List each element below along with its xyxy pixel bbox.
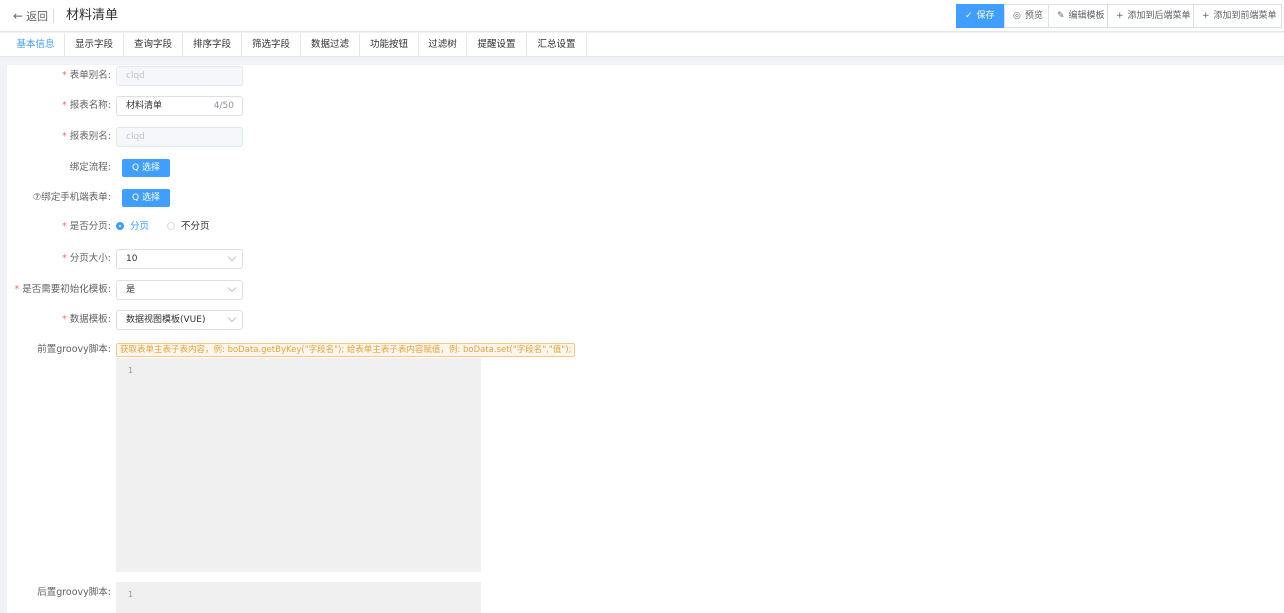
data-template-label: * 数据模板:: [62, 310, 111, 330]
tab-filter-fields[interactable]: 筛选字段: [242, 33, 301, 56]
tab-function-buttons[interactable]: 功能按钮: [360, 33, 419, 56]
required-mark: *: [62, 131, 67, 142]
tab-data-filter[interactable]: 数据过滤: [301, 33, 360, 56]
init-template-label-wrap: * 是否需要初始化模板:: [7, 280, 111, 300]
report-name-label-text: 报表名称:: [69, 100, 111, 111]
bind-mobile-form-button-label: 选择: [141, 193, 160, 203]
page-size-label-text: 分页大小:: [69, 253, 111, 264]
search-icon: Q: [132, 163, 140, 173]
edit-icon: ✎: [1057, 11, 1065, 21]
tab-display-fields[interactable]: 显示字段: [65, 33, 124, 56]
page-size-select[interactable]: 10: [116, 249, 243, 269]
plus-icon: +: [1202, 11, 1210, 21]
required-mark: *: [62, 100, 67, 111]
report-name-label-wrap: * 报表名称:: [7, 96, 111, 116]
paging-radio-group: 分页 不分页: [7, 217, 307, 237]
form-alias-label: * 表单别名:: [62, 66, 111, 86]
init-template-label-text: 是否需要初始化模板:: [22, 284, 111, 295]
header-divider: [53, 9, 54, 23]
chevron-down-icon: [227, 313, 237, 323]
basic-info-form: * 表单别名: clqd * 报表名称: 材料清单 4/50 * 报表别名: clqd…: [7, 65, 1284, 613]
bind-mobile-form-label-wrap: ⑦绑定手机端表单:: [7, 188, 111, 208]
radio-paged-label: 分页: [130, 221, 150, 232]
init-template-select[interactable]: 是: [116, 280, 243, 300]
radio-dot: [116, 222, 124, 230]
bind-flow-label-wrap: 绑定流程:: [7, 158, 111, 178]
report-name-input[interactable]: 材料清单 4/50: [116, 96, 243, 116]
plus-icon: +: [1116, 11, 1124, 21]
tab-basic-info[interactable]: 基本信息: [7, 33, 65, 56]
post-script-editor[interactable]: 1: [116, 582, 481, 613]
bind-flow-select-button[interactable]: Q 选择: [122, 159, 170, 177]
preview-button[interactable]: ◎ 预览: [1004, 4, 1049, 28]
chevron-down-icon: [227, 283, 237, 293]
edit-template-button[interactable]: ✎ 编辑模板: [1048, 4, 1108, 28]
report-name-label: * 报表名称:: [62, 96, 111, 116]
tab-reminder-settings[interactable]: 提醒设置: [467, 33, 527, 56]
pre-script-label: 前置groovy脚本:: [37, 344, 111, 355]
data-template-select[interactable]: 数据视图模板(VUE): [116, 310, 243, 330]
page-size-value: 10: [126, 254, 138, 264]
required-mark: *: [62, 253, 67, 264]
data-template-value: 数据视图模板(VUE): [126, 315, 206, 325]
pre-script-editor[interactable]: 1: [116, 358, 481, 572]
init-template-label: * 是否需要初始化模板:: [15, 280, 111, 300]
required-mark: *: [62, 314, 67, 325]
char-count: 4/50: [213, 101, 234, 111]
report-alias-label-wrap: * 报表别名:: [7, 127, 111, 147]
line-number: 1: [128, 590, 133, 599]
arrow-left-icon: ←: [13, 9, 24, 23]
add-frontend-menu-label: 添加到前端菜单: [1213, 11, 1277, 21]
post-script-label: 后置groovy脚本:: [37, 587, 111, 598]
page-title: 材料清单: [66, 8, 119, 23]
page-header: ← 返回 材料清单 ✓ 保存 ◎ 预览 ✎ 编辑模板 + 添加到后端菜单 + 添加到前端菜单: [0, 0, 1284, 32]
report-alias-label: * 报表别名:: [62, 127, 111, 147]
required-mark: *: [62, 70, 67, 81]
back-label: 返回: [26, 10, 49, 23]
radio-paged[interactable]: 分页: [116, 217, 149, 237]
radio-not-paged[interactable]: 不分页: [167, 217, 210, 237]
add-frontend-menu-button[interactable]: + 添加到前端菜单: [1193, 4, 1282, 28]
tab-summary-settings[interactable]: 汇总设置: [527, 33, 587, 56]
report-name-value: 材料清单: [126, 101, 163, 111]
tab-filter-tree[interactable]: 过滤树: [419, 33, 467, 56]
chevron-down-icon: [227, 252, 237, 262]
required-mark: *: [14, 284, 20, 295]
radio-not-paged-label: 不分页: [181, 221, 210, 232]
data-template-label-wrap: * 数据模板:: [7, 310, 111, 330]
pre-script-label-wrap: 前置groovy脚本:: [7, 340, 111, 360]
post-script-label-wrap: 后置groovy脚本:: [7, 583, 111, 603]
radio-dot: [167, 222, 175, 230]
search-icon: Q: [132, 193, 140, 203]
form-alias-input[interactable]: clqd: [116, 66, 243, 86]
check-icon: ✓: [965, 11, 973, 21]
add-backend-menu-label: 添加到后端菜单: [1127, 11, 1191, 21]
add-backend-menu-button[interactable]: + 添加到后端菜单: [1107, 4, 1194, 28]
tab-query-fields[interactable]: 查询字段: [124, 33, 183, 56]
tab-sort-fields[interactable]: 排序字段: [183, 33, 242, 56]
data-template-label-text: 数据模板:: [69, 314, 111, 325]
page-size-label-wrap: * 分页大小:: [7, 249, 111, 269]
bind-mobile-form-label: ⑦绑定手机端表单:: [32, 192, 111, 203]
bind-mobile-form-select-button[interactable]: Q 选择: [122, 189, 170, 207]
line-number: 1: [128, 366, 133, 375]
bind-flow-label: 绑定流程:: [69, 162, 111, 173]
report-alias-label-text: 报表别名:: [69, 131, 111, 142]
save-button[interactable]: ✓ 保存: [956, 4, 1004, 28]
pre-script-hint: 获取表单主表子表内容，例: boData.getByKey("字段名"); 给表…: [116, 343, 576, 357]
bind-flow-button-label: 选择: [141, 163, 160, 173]
back-button[interactable]: ← 返回: [13, 8, 48, 25]
tab-bar: 基本信息 显示字段 查询字段 排序字段 筛选字段 数据过滤 功能按钮 过滤树 提…: [0, 33, 1284, 57]
form-alias-label-wrap: * 表单别名:: [7, 66, 111, 86]
form-alias-label-text: 表单别名:: [69, 70, 111, 81]
toolbar: ✓ 保存 ◎ 预览 ✎ 编辑模板 + 添加到后端菜单 + 添加到前端菜单: [956, 4, 1282, 28]
init-template-value: 是: [126, 285, 136, 295]
page-size-label: * 分页大小:: [62, 249, 111, 269]
eye-icon: ◎: [1013, 11, 1021, 21]
save-label: 保存: [976, 11, 995, 21]
edit-template-label: 编辑模板: [1068, 11, 1105, 21]
report-alias-input[interactable]: clqd: [116, 127, 243, 147]
preview-label: 预览: [1024, 11, 1043, 21]
